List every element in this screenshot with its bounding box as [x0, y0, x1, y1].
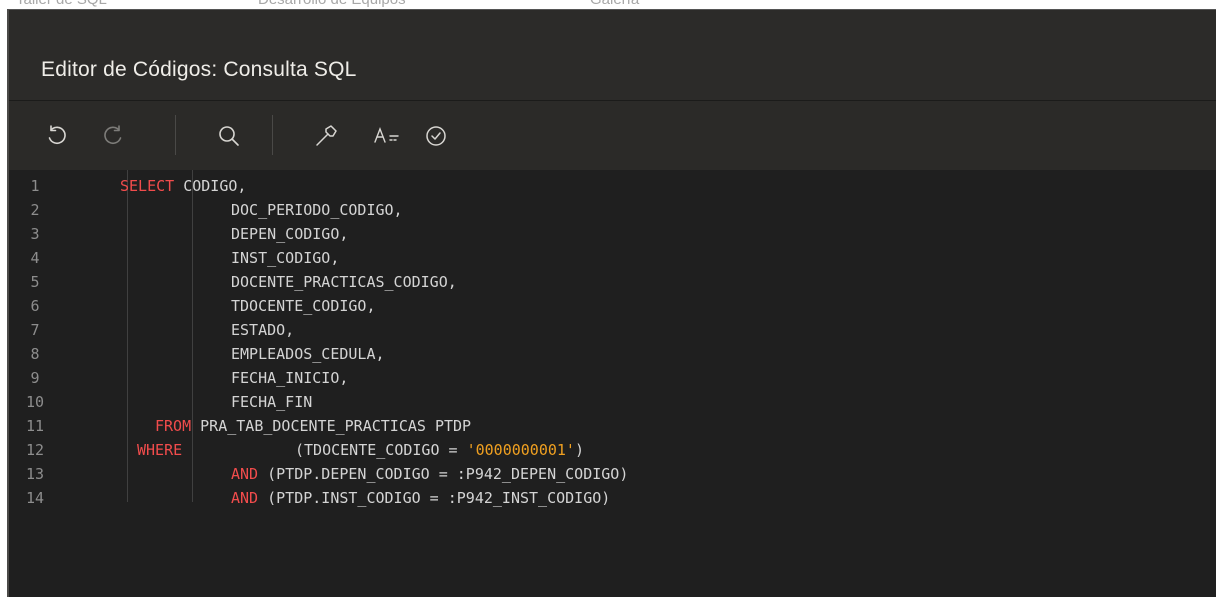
validate-button[interactable] — [421, 121, 451, 151]
string-literal: '0000000001' — [466, 441, 575, 459]
code-line: 1 SELECT CODIGO, — [9, 174, 1216, 198]
line-number: 8 — [30, 345, 40, 363]
line-number: 2 — [30, 201, 40, 219]
code-text: ) — [574, 441, 584, 459]
line-number: 9 — [30, 369, 40, 387]
line-number: 4 — [30, 249, 40, 267]
background-tab-galeria[interactable]: Galería — [590, 0, 639, 8]
check-circle-icon — [426, 126, 446, 146]
code-text: DOC_PERIODO_CODIGO, — [231, 201, 403, 219]
code-line: 4 INST_CODIGO, — [9, 246, 1216, 270]
code-editor[interactable]: 1 SELECT CODIGO, 2 DOC_PERIODO_CODIGO, 3 DE… — [9, 170, 1216, 597]
code-line: 2 DOC_PERIODO_CODIGO, — [9, 198, 1216, 222]
code-text: ESTADO, — [231, 321, 295, 339]
toolbar-separator — [175, 115, 176, 155]
keyword: AND — [231, 465, 259, 483]
code-line: 9 FECHA_INICIO, — [9, 366, 1216, 390]
dialog-title: Editor de Códigos: Consulta SQL — [41, 58, 357, 81]
code-text: (TDOCENTE_CODIGO = — [295, 441, 467, 459]
hammer-icon — [316, 125, 337, 146]
line-number: 11 — [25, 417, 45, 435]
code-line: 7 ESTADO, — [9, 318, 1216, 342]
code-text: TDOCENTE_CODIGO, — [231, 297, 376, 315]
code-text: DOCENTE_PRACTICAS_CODIGO, — [231, 273, 457, 291]
code-line: 12 WHERE (TDOCENTE_CODIGO = '0000000001') — [9, 438, 1216, 462]
line-number: 14 — [25, 489, 45, 507]
line-number: 3 — [30, 225, 40, 243]
keyword: SELECT — [120, 177, 175, 195]
search-icon — [219, 126, 239, 146]
code-line: 11 FROM PRA_TAB_DOCENTE_PRACTICAS PTDP — [9, 414, 1216, 438]
dialog-header: Editor de Códigos: Consulta SQL — [9, 10, 1216, 101]
code-line: 13 AND (PTDP.DEPEN_CODIGO = :P942_DEPEN_C… — [9, 462, 1216, 486]
keyword: FROM — [155, 417, 192, 435]
code-text: EMPLEADOS_CEDULA, — [231, 345, 385, 363]
code-line: 8 EMPLEADOS_CEDULA, — [9, 342, 1216, 366]
undo-button[interactable] — [42, 121, 72, 151]
code-text: INST_CODIGO, — [231, 249, 340, 267]
line-number: 7 — [30, 321, 40, 339]
code-text: (PTDP.DEPEN_CODIGO = :P942_DEPEN_CODIGO) — [258, 465, 629, 483]
code-line: 14 AND (PTDP.INST_CODIGO = :P942_INST_COD… — [9, 486, 1216, 510]
line-number: 5 — [30, 273, 40, 291]
keyword: AND — [231, 489, 259, 507]
line-number: 13 — [25, 465, 45, 483]
autocomplete-button[interactable] — [369, 121, 409, 151]
search-button[interactable] — [214, 121, 244, 151]
keyword: WHERE — [137, 441, 183, 459]
undo-icon — [48, 125, 66, 145]
editor-toolbar — [9, 101, 1216, 170]
line-number: 12 — [25, 441, 45, 459]
code-line: 6 TDOCENTE_CODIGO, — [9, 294, 1216, 318]
hammer-button[interactable] — [311, 121, 341, 151]
background-tab-desarrollo[interactable]: Desarrollo de Equipos — [258, 0, 406, 8]
code-text: FECHA_FIN — [231, 393, 313, 411]
code-text: PRA_TAB_DOCENTE_PRACTICAS PTDP — [191, 417, 472, 435]
toolbar-separator — [272, 115, 273, 155]
autocomplete-icon — [374, 127, 399, 143]
code-editor-dialog: Editor de Códigos: Consulta SQL 1 SELECT… — [7, 9, 1216, 597]
code-text: DEPEN_CODIGO, — [231, 225, 349, 243]
code-line: 3 DEPEN_CODIGO, — [9, 222, 1216, 246]
code-line: 10 FECHA_FIN — [9, 390, 1216, 414]
line-number: 6 — [30, 297, 40, 315]
line-number: 1 — [30, 177, 40, 195]
line-number: 10 — [25, 393, 45, 411]
background-tab-taller[interactable]: Taller de SQL — [16, 0, 107, 8]
code-line: 5 DOCENTE_PRACTICAS_CODIGO, — [9, 270, 1216, 294]
code-text: CODIGO, — [174, 177, 247, 195]
redo-button[interactable] — [98, 121, 128, 151]
code-text: FECHA_INICIO, — [231, 369, 349, 387]
code-text: (PTDP.INST_CODIGO = :P942_INST_CODIGO) — [258, 489, 611, 507]
redo-icon — [104, 125, 122, 145]
